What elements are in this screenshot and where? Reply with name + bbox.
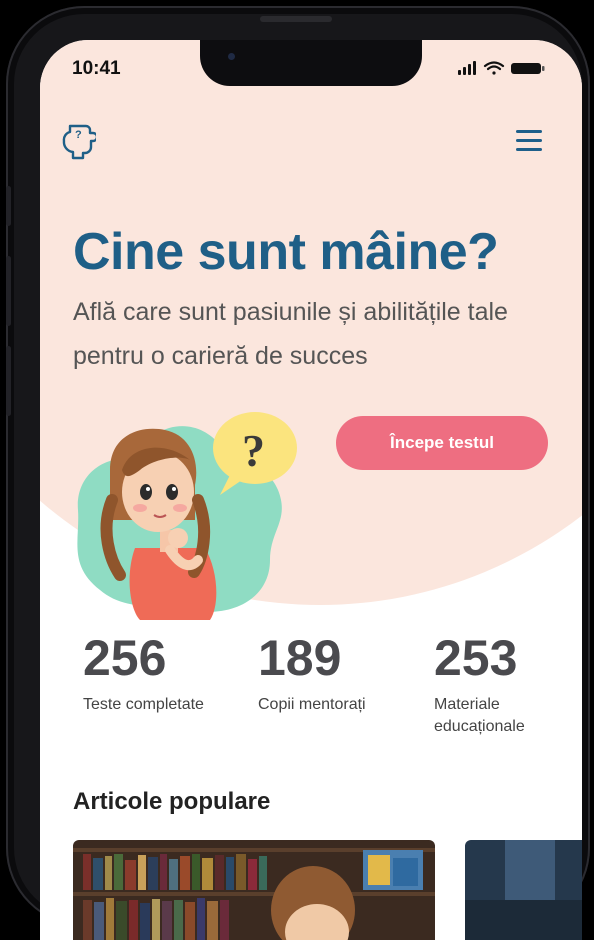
volume-down-button — [6, 346, 11, 416]
start-test-button[interactable]: Începe testul — [336, 416, 548, 470]
svg-text:?: ? — [242, 425, 265, 476]
app-screen: 10:41 ? Cine sunt mâine? Află care sunt … — [40, 40, 582, 940]
thinking-girl-illustration: ? — [77, 412, 297, 620]
svg-text:?: ? — [75, 129, 82, 141]
notch — [200, 40, 422, 86]
front-camera — [228, 53, 235, 60]
stat-value: 256 — [83, 630, 167, 686]
stat-value: 189 — [258, 630, 342, 686]
volume-up-button — [6, 256, 11, 326]
page-title: Cine sunt mâine? — [73, 223, 499, 281]
earpiece-speaker — [260, 16, 332, 22]
hamburger-menu-icon[interactable] — [516, 130, 542, 152]
status-icons — [458, 61, 545, 75]
stat-educational-materials: 253 Materiale educaționale — [434, 628, 582, 738]
stats-row: 256 Teste completate 189 Copii mentorați… — [40, 628, 582, 768]
article-thumbnail-image — [465, 840, 582, 940]
stat-label: Materiale educaționale — [434, 696, 525, 735]
stat-tests-completed: 256 Teste completate — [83, 628, 263, 716]
battery-icon — [511, 63, 545, 74]
page-subtitle: Află care sunt pasiunile și abilitățile … — [73, 298, 508, 370]
status-time: 10:41 — [72, 58, 121, 79]
article-card[interactable] — [465, 840, 582, 940]
stat-children-mentored: 189 Copii mentorați — [258, 628, 438, 716]
phone-frame: 10:41 ? Cine sunt mâine? Află care sunt … — [6, 6, 590, 940]
popular-articles-heading: Articole populare — [73, 788, 271, 815]
signal-icon — [458, 61, 476, 75]
stat-value: 253 — [434, 630, 518, 686]
brain-logo-icon[interactable]: ? — [60, 120, 96, 160]
stat-label: Copii mentorați — [258, 696, 366, 713]
bookshelf-child-image — [73, 840, 435, 940]
stat-label: Teste completate — [83, 696, 204, 713]
article-card[interactable] — [73, 840, 435, 940]
wifi-icon — [483, 61, 505, 75]
mute-switch — [6, 186, 11, 226]
